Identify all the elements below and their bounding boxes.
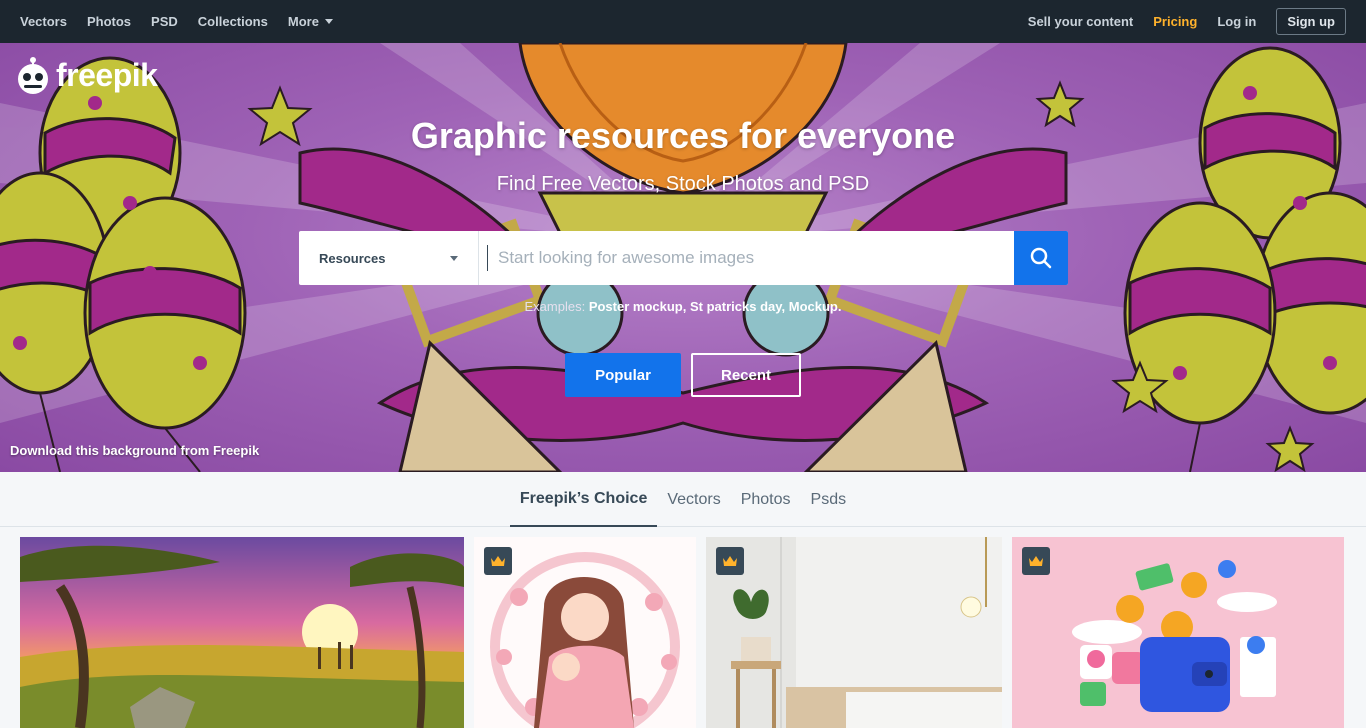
- tab-psds[interactable]: Psds: [801, 472, 857, 527]
- nav-photos[interactable]: Photos: [87, 14, 131, 29]
- example-link[interactable]: Poster mockup: [589, 299, 683, 314]
- example-link[interactable]: St patricks day: [690, 299, 782, 314]
- background-credit-link[interactable]: Download this background from Freepik: [10, 443, 259, 458]
- nav-right: Sell your content Pricing Log in Sign up: [1008, 0, 1346, 43]
- search-bar: Resources: [299, 231, 1068, 285]
- search-examples: Examples: Poster mockup, St patricks day…: [524, 299, 842, 314]
- signup-button[interactable]: Sign up: [1276, 8, 1346, 35]
- search-button[interactable]: [1014, 231, 1068, 285]
- premium-badge: [1022, 547, 1050, 575]
- hero-title: Graphic resources for everyone: [410, 115, 956, 156]
- nav-left: Vectors Photos PSD Collections More: [20, 14, 353, 29]
- gallery-item-interior[interactable]: [706, 537, 1002, 728]
- interior-room-image: [706, 537, 1002, 728]
- hero-subtitle: Find Free Vectors, Stock Photos and PSD: [496, 173, 870, 195]
- resource-type-value: Resources: [319, 250, 386, 266]
- search-input[interactable]: [487, 245, 1014, 271]
- 3d-wallet-image: [1012, 537, 1344, 728]
- sell-content-link[interactable]: Sell your content: [1028, 14, 1133, 29]
- example-link[interactable]: Mockup: [789, 299, 838, 314]
- search-icon: [1030, 247, 1052, 269]
- nav-vectors[interactable]: Vectors: [20, 14, 67, 29]
- login-link[interactable]: Log in: [1217, 14, 1256, 29]
- freepik-logo-icon: [18, 57, 48, 94]
- gallery-tabs: Freepik’s Choice Vectors Photos Psds: [0, 472, 1366, 527]
- examples-label: Examples:: [524, 299, 586, 314]
- tab-vectors[interactable]: Vectors: [657, 472, 730, 527]
- gallery-item-wallet[interactable]: [1012, 537, 1344, 728]
- nav-more[interactable]: More: [288, 14, 333, 29]
- nav-collections[interactable]: Collections: [198, 14, 268, 29]
- chevron-down-icon: [450, 256, 458, 261]
- savanna-sunset-image: [20, 537, 464, 728]
- recent-button[interactable]: Recent: [691, 353, 801, 397]
- premium-badge: [716, 547, 744, 575]
- pricing-link[interactable]: Pricing: [1153, 14, 1197, 29]
- top-navbar: Vectors Photos PSD Collections More Sell…: [0, 0, 1366, 43]
- gallery-item-mother-baby[interactable]: [474, 537, 696, 728]
- logo-text: freepik: [56, 56, 158, 93]
- popular-button[interactable]: Popular: [565, 353, 681, 397]
- tab-freepiks-choice[interactable]: Freepik’s Choice: [509, 472, 658, 527]
- premium-badge: [484, 547, 512, 575]
- nav-psd[interactable]: PSD: [151, 14, 178, 29]
- gallery-item-savanna[interactable]: [20, 537, 464, 728]
- resource-type-select[interactable]: Resources: [299, 231, 479, 285]
- hero-banner: freepik Graphic resources for everyone F…: [0, 43, 1366, 472]
- chevron-down-icon: [324, 19, 333, 24]
- freepik-logo[interactable]: freepik: [14, 55, 158, 95]
- crown-icon: [491, 556, 505, 566]
- crown-icon: [1029, 556, 1043, 566]
- tab-photos[interactable]: Photos: [731, 472, 801, 527]
- crown-icon: [723, 556, 737, 566]
